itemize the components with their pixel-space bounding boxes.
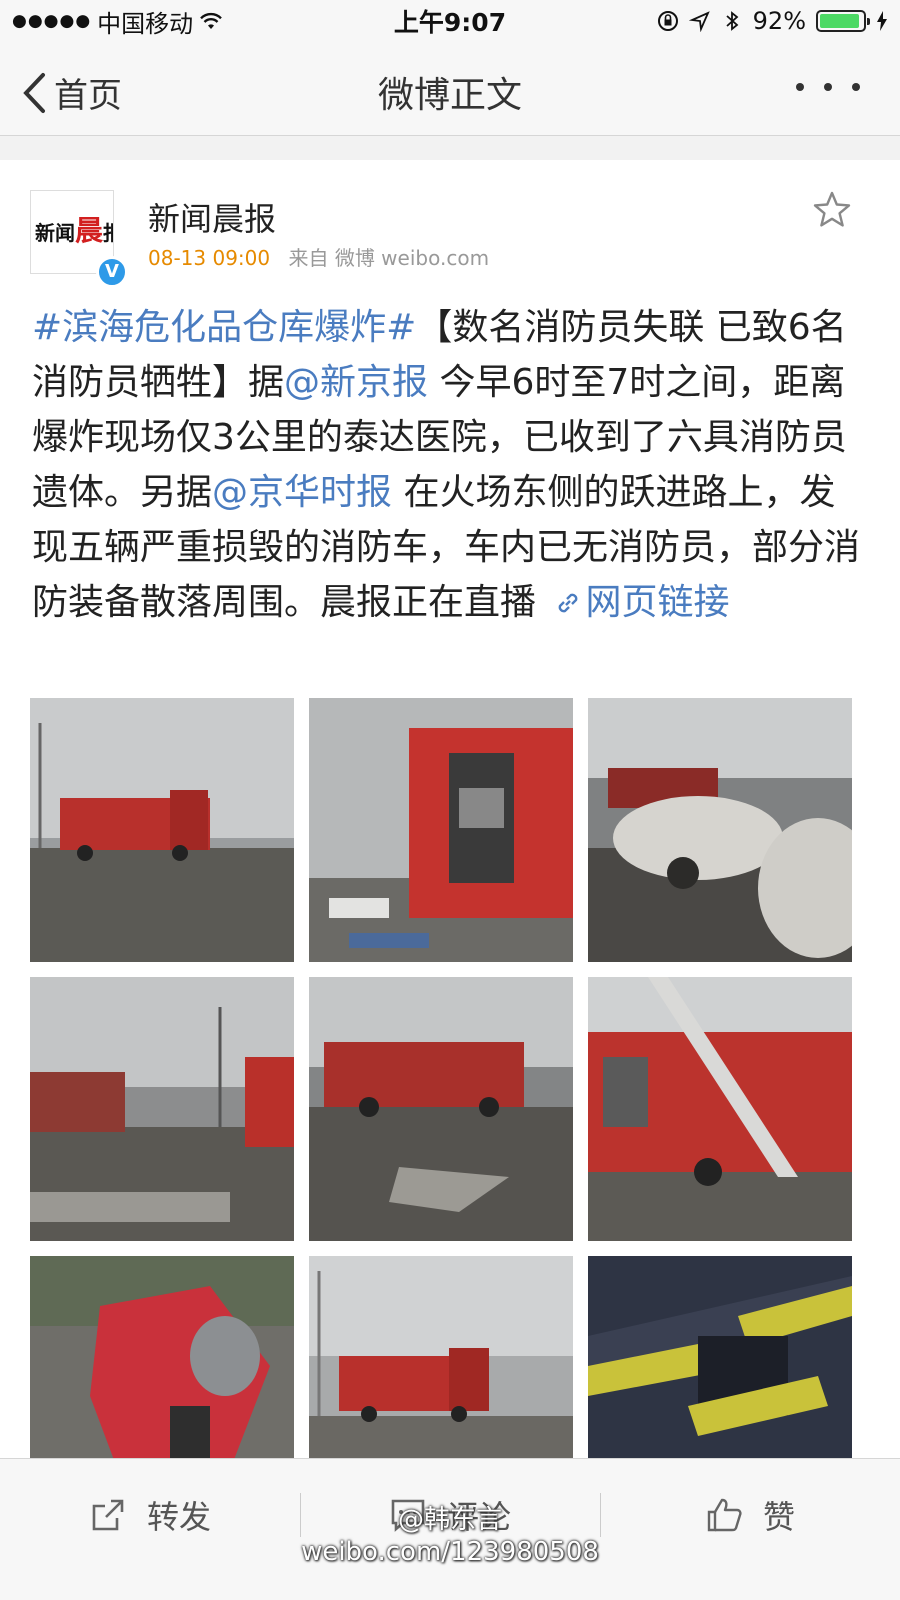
clock: 上午9:07: [393, 8, 507, 37]
fire-truck-side-photo[interactable]: [309, 698, 573, 962]
verified-badge-icon: V: [96, 256, 128, 288]
author-name[interactable]: 新闻晨报: [148, 194, 276, 240]
avatar-logo: 新闻晨报: [35, 214, 113, 247]
red-bag-photo[interactable]: [30, 1256, 294, 1490]
navigation-bar: 首页 微博正文: [0, 42, 900, 136]
more-dot: [824, 83, 832, 91]
web-link-label: 网页链接: [585, 582, 730, 623]
more-dot: [852, 83, 860, 91]
more-options-button[interactable]: [796, 72, 860, 102]
charging-icon: [877, 11, 887, 31]
post-time: 08-13 09:00: [148, 246, 271, 270]
mention-link[interactable]: @新京报: [284, 362, 428, 403]
bluetooth-icon: [726, 11, 739, 31]
post-meta: 08-13 09:00 来自 微博 weibo.com: [148, 242, 489, 271]
carrier-name: 中国移动: [97, 9, 194, 38]
fire-truck-distance-photo[interactable]: [30, 698, 294, 962]
post-source: 来自 微博 weibo.com: [288, 246, 490, 270]
battery-percentage: 92%: [752, 7, 806, 35]
truck-smoke-photo[interactable]: [309, 1256, 573, 1490]
image-watermark: @韩东言 weibo.com/123980508: [0, 1504, 900, 1568]
watermark-handle: @韩东言: [397, 1505, 502, 1535]
status-bar: ●●●●● 中国移动 上午9:07 92%: [0, 0, 900, 42]
burned-car-photo[interactable]: [588, 698, 852, 962]
signal-strength-icon: ●●●●●: [12, 11, 92, 31]
truck-ladder-photo[interactable]: [588, 977, 852, 1241]
debris-street-photo[interactable]: [30, 977, 294, 1241]
firefighter-gear-photo[interactable]: [588, 1256, 852, 1490]
battery-icon: [816, 10, 870, 32]
page-title: 微博正文: [377, 75, 522, 116]
hashtag-link[interactable]: #滨海危化品仓库爆炸#: [32, 307, 416, 348]
link-icon: [559, 593, 578, 613]
post-text: #滨海危化品仓库爆炸#【数名消防员失联 已致6名消防员牺牲】据@新京报 今早6时…: [32, 300, 862, 630]
mention-link[interactable]: @京华时报: [212, 472, 392, 513]
photo-grid: [30, 698, 852, 1490]
orientation-lock-icon: [657, 11, 678, 31]
battery-fill: [820, 14, 859, 28]
wifi-icon: [200, 12, 223, 29]
post-card: 新闻晨报 V 新闻晨报 08-13 09:00 来自 微博 weibo.com …: [0, 160, 900, 1490]
web-link[interactable]: 网页链接: [547, 582, 729, 623]
location-icon: [688, 11, 710, 32]
watermark-url: weibo.com/123980508: [301, 1537, 599, 1567]
more-dot: [796, 83, 804, 91]
damaged-trucks-photo[interactable]: [309, 977, 573, 1241]
favorite-star-icon[interactable]: [812, 190, 852, 230]
